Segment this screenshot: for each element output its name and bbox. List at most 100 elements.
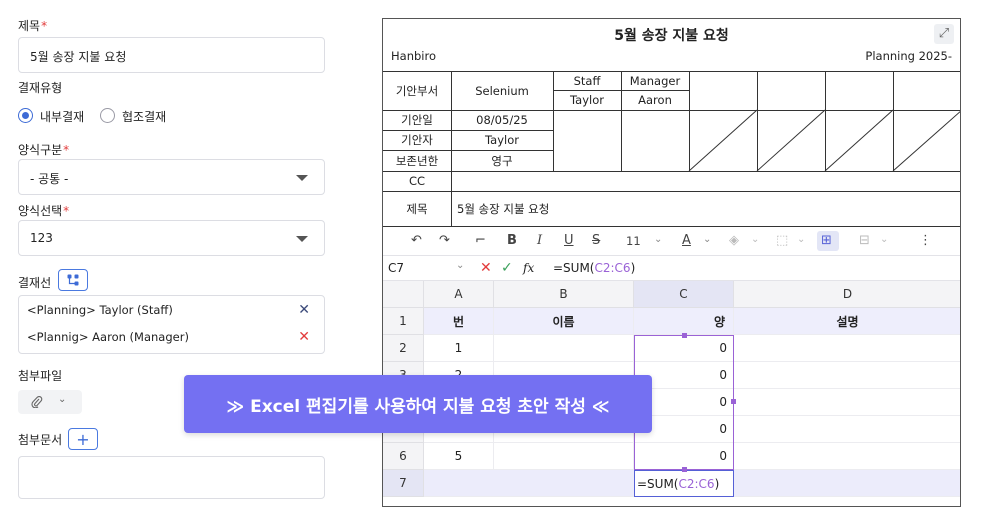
cell-c7-active[interactable]: =SUM(C2:C6) — [634, 470, 734, 497]
approval-line-button[interactable] — [58, 269, 88, 291]
approval-flow-icon — [67, 274, 79, 286]
chevron-down-icon — [296, 236, 308, 242]
radio-cooperative-label: 협조결재 — [122, 110, 167, 124]
undo-icon[interactable]: ↶ — [411, 233, 422, 248]
row-header-2[interactable]: 2 — [383, 335, 424, 362]
cell-d2[interactable] — [734, 335, 960, 362]
cell-d5[interactable] — [734, 416, 960, 443]
attach-doc-area[interactable] — [18, 456, 325, 499]
column-header-d[interactable]: D — [734, 281, 960, 308]
column-header-b[interactable]: B — [494, 281, 634, 308]
cell-b2[interactable] — [494, 335, 634, 362]
cell-b1[interactable]: 이름 — [494, 308, 634, 335]
retention-label: 보존년한 — [395, 153, 439, 168]
form-select-value: 123 — [30, 231, 53, 245]
range-handle[interactable] — [682, 333, 687, 338]
chevron-down-icon[interactable]: ⌄ — [797, 234, 805, 245]
title-input-value: 5월 송장 지불 요청 — [30, 50, 127, 64]
radio-internal-approval[interactable] — [18, 108, 33, 123]
cell-d6[interactable] — [734, 443, 960, 470]
chevron-down-icon[interactable]: ⌄ — [654, 234, 662, 245]
form-category-select[interactable]: - 공통 - — [18, 159, 325, 195]
paperclip-icon — [31, 396, 43, 408]
chevron-down-icon[interactable]: ⌄ — [751, 234, 759, 245]
chevron-down-icon[interactable]: ⌄ — [880, 234, 888, 245]
radio-cooperative-approval[interactable] — [100, 108, 115, 123]
chevron-down-icon — [296, 175, 308, 181]
form-category-value: - 공통 - — [30, 172, 69, 186]
row-header-7[interactable]: 7 — [383, 470, 424, 497]
underline-icon[interactable]: U — [564, 233, 574, 248]
document-preview: 5월 송장 지불 요청 ⤢ Hanbiro Planning 2025- 기안부… — [382, 18, 961, 507]
c7-formula-range: C2:C6 — [678, 476, 715, 491]
more-options-icon[interactable]: ⋮ — [919, 233, 932, 248]
italic-icon[interactable]: I — [537, 233, 542, 248]
remove-icon[interactable]: ✕ — [298, 303, 310, 317]
drafter-value: Taylor — [485, 133, 519, 147]
chevron-down-icon[interactable]: ⌄ — [703, 234, 711, 245]
cell-a1[interactable]: 번 — [424, 308, 494, 335]
formula-prefix: =SUM( — [553, 261, 595, 275]
staff-label: Staff — [573, 73, 601, 88]
cell-a6[interactable]: 5 — [424, 443, 494, 470]
redo-icon[interactable]: ↷ — [439, 233, 450, 248]
table-border — [451, 171, 452, 226]
cell-d3[interactable] — [734, 362, 960, 389]
merge-cells-icon[interactable]: ⊟ — [859, 233, 870, 248]
title-input[interactable]: 5월 송장 지불 요청 — [18, 37, 325, 73]
cancel-formula-icon[interactable]: ✕ — [480, 260, 492, 276]
manager-name: Aaron — [638, 93, 672, 107]
cell-b6[interactable] — [494, 443, 634, 470]
function-icon[interactable]: fx — [523, 261, 534, 275]
formula-suffix: ) — [630, 261, 636, 275]
approval-type-label: 결재유형 — [18, 81, 63, 95]
attach-file-button[interactable]: ⌄ — [18, 390, 82, 414]
feature-banner: ≫ Excel 편집기를 사용하여 지불 요청 초안 작성 ≪ — [184, 375, 652, 433]
select-all-corner[interactable] — [383, 281, 424, 308]
title-label: 제목* — [18, 19, 48, 33]
drafter-label: 기안자 — [401, 133, 433, 147]
cell-c1[interactable]: 양 — [634, 308, 734, 335]
plus-icon: + — [76, 429, 90, 449]
approval-line-item: <Planning> Taylor (Staff) — [27, 303, 173, 317]
font-color-icon[interactable]: A — [682, 233, 691, 248]
add-attach-doc-button[interactable]: + — [68, 428, 98, 450]
formula-bar: C7 ⌄ ✕ ✓ fx =SUM(C2:C6) — [383, 255, 960, 281]
date-label: 기안일 — [401, 113, 433, 127]
retention-value: 영구 — [491, 153, 513, 168]
confirm-formula-icon[interactable]: ✓ — [501, 260, 513, 276]
row-header-1[interactable]: 1 — [383, 308, 424, 335]
c7-formula-prefix: =SUM( — [637, 476, 679, 491]
font-size-select[interactable]: 11 — [626, 234, 641, 248]
cell-reference[interactable]: C7 — [388, 261, 404, 275]
column-header-c[interactable]: C — [634, 281, 734, 308]
c7-formula-suffix: ) — [714, 476, 720, 491]
subject-label: 제목 — [406, 201, 428, 216]
cc-label: CC — [408, 174, 426, 188]
grid-icon[interactable]: ⊞ — [821, 233, 832, 248]
range-handle[interactable] — [682, 467, 687, 472]
approval-line-item: <Plannig> Aaron (Manager) — [27, 330, 189, 344]
row-header-6[interactable]: 6 — [383, 443, 424, 470]
chevron-down-icon: ⌄ — [58, 394, 67, 405]
cell-a2[interactable]: 1 — [424, 335, 494, 362]
chevron-down-icon[interactable]: ⌄ — [456, 260, 464, 271]
bold-icon[interactable]: B — [507, 233, 517, 248]
cell-d4[interactable] — [734, 389, 960, 416]
remove-icon[interactable]: ✕ — [298, 330, 310, 344]
staff-name: Taylor — [570, 93, 604, 107]
cell-d1[interactable]: 설명 — [734, 308, 960, 335]
range-handle[interactable] — [731, 399, 736, 404]
column-header-a[interactable]: A — [424, 281, 494, 308]
border-icon[interactable]: ⬚ — [776, 233, 788, 248]
form-select-dropdown[interactable]: 123 — [18, 220, 325, 256]
fill-color-icon[interactable]: ◈ — [729, 233, 739, 248]
approval-line-label: 결재선 — [18, 276, 52, 290]
form-category-label: 양식구분* — [18, 143, 70, 157]
formula-input[interactable]: =SUM(C2:C6) — [553, 261, 635, 275]
radio-internal-label: 내부결재 — [40, 110, 85, 124]
strikethrough-icon[interactable]: S — [592, 233, 600, 248]
approval-line-list: <Planning> Taylor (Staff) ✕ <Plannig> Aa… — [18, 295, 325, 354]
format-painter-icon[interactable]: ⌐ — [475, 233, 486, 248]
form-select-label: 양식선택* — [18, 204, 70, 218]
